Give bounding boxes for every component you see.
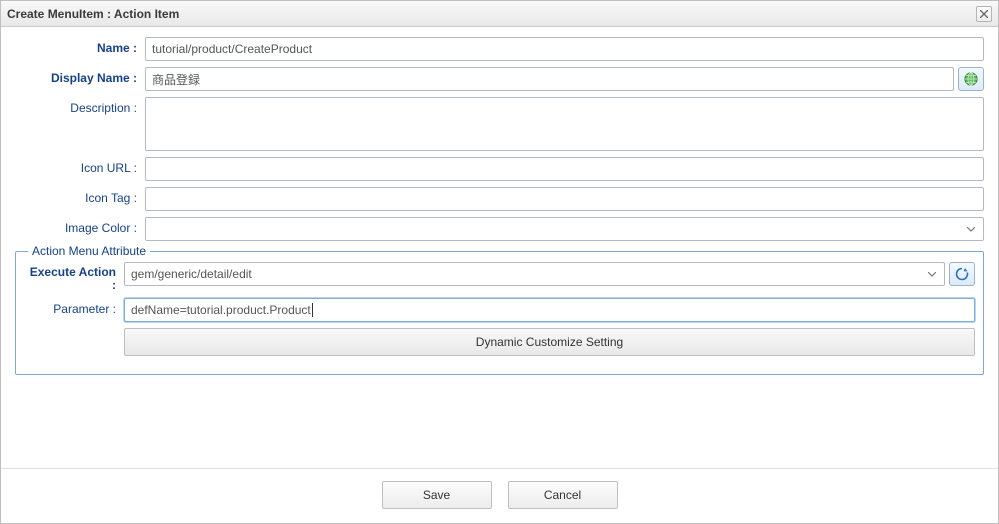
icon-tag-input[interactable] — [145, 187, 984, 211]
name-label: Name : — [15, 37, 145, 55]
image-color-label: Image Color : — [15, 217, 145, 235]
titlebar: Create MenuItem : Action Item — [1, 1, 998, 27]
description-label: Description : — [15, 97, 145, 115]
display-name-input[interactable] — [145, 67, 954, 91]
icon-tag-label: Icon Tag : — [15, 187, 145, 205]
dialog-button-bar: Save Cancel — [1, 468, 998, 523]
execute-action-label: Execute Action : — [24, 262, 124, 292]
parameter-input[interactable]: defName=tutorial.product.Product — [124, 298, 975, 322]
dialog-body: Name : Display Name : Description : — [1, 27, 998, 468]
description-input[interactable] — [145, 97, 984, 151]
close-button[interactable] — [976, 6, 992, 22]
icon-url-input[interactable] — [145, 157, 984, 181]
fieldset-legend: Action Menu Attribute — [28, 244, 150, 258]
dialog-title: Create MenuItem : Action Item — [7, 7, 976, 21]
icon-url-label: Icon URL : — [15, 157, 145, 175]
localize-button[interactable] — [958, 67, 984, 91]
cancel-button[interactable]: Cancel — [508, 481, 618, 509]
chevron-down-icon — [924, 265, 940, 283]
action-menu-attribute-fieldset: Action Menu Attribute Execute Action : g… — [15, 251, 984, 375]
save-button[interactable]: Save — [382, 481, 492, 509]
parameter-label: Parameter : — [24, 298, 124, 316]
name-input[interactable] — [145, 37, 984, 61]
text-caret — [312, 303, 313, 317]
create-menuitem-dialog: Create MenuItem : Action Item Name : Dis… — [0, 0, 999, 524]
image-color-select[interactable] — [145, 217, 984, 241]
parameter-value: defName=tutorial.product.Product — [131, 303, 311, 317]
dynamic-customize-button[interactable]: Dynamic Customize Setting — [124, 328, 975, 356]
close-icon — [980, 10, 988, 18]
refresh-icon — [954, 266, 970, 282]
globe-icon — [963, 71, 979, 87]
refresh-action-button[interactable] — [949, 262, 975, 286]
execute-action-combo[interactable]: gem/generic/detail/edit — [124, 262, 945, 286]
display-name-label: Display Name : — [15, 67, 145, 85]
execute-action-value: gem/generic/detail/edit — [131, 267, 924, 281]
chevron-down-icon — [963, 220, 979, 238]
